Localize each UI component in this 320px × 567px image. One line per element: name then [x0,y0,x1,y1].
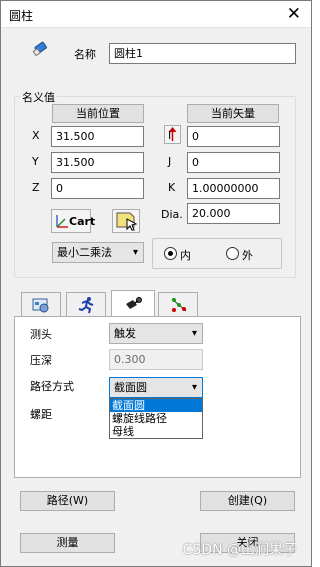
graphic-select-button[interactable] [112,209,140,233]
tab-settings[interactable] [21,292,61,316]
outer-label: 外 [242,249,253,262]
probe-tab-icon [125,296,143,315]
close-icon[interactable]: ✕ [287,4,301,24]
path-button[interactable]: 路径(W) [20,491,115,511]
name-label: 名称 [74,48,96,61]
fit-method-value: 最小二乘法 [57,246,112,259]
pencil-eraser-icon [32,41,50,60]
i-input[interactable]: 0 [187,126,280,147]
cart-label: Cart [69,215,96,228]
watermark: CSDN @山涧果子 [182,542,297,558]
cylinder-dialog: 圆柱 ✕ 名称 圆柱1 名义值 当前位置 当前矢量 X 31.500 Y 31.… [0,0,312,567]
j-input[interactable]: 0 [187,152,280,173]
flip-vector-button[interactable] [164,125,181,144]
nominal-group-label: 名义值 [20,89,57,105]
z-label: Z [32,181,40,194]
inner-radio[interactable] [164,247,177,260]
path-method-select[interactable]: 截面圆 ▾ [109,377,203,398]
k-label: K [168,181,176,194]
y-input[interactable]: 31.500 [51,152,144,173]
settings-tab-icon [32,297,50,316]
path-method-label: 路径方式 [30,380,74,393]
chevron-down-icon: ▾ [191,328,197,339]
k-input[interactable]: 1.00000000 [187,178,280,199]
current-vector-button[interactable]: 当前矢量 [187,104,279,123]
probe-label: 测头 [30,328,52,341]
chevron-down-icon: ▾ [191,382,197,393]
tab-path[interactable] [66,292,106,316]
fit-method-select[interactable]: 最小二乘法 ▾ [52,242,144,263]
cart-button[interactable]: Cart [51,209,95,233]
y-label: Y [32,155,39,168]
tab-points[interactable] [158,292,198,316]
path-method-value: 截面圆 [114,381,147,394]
points-tab-icon [169,296,189,317]
j-label: J [168,155,172,168]
create-button[interactable]: 创建(Q) [200,491,295,511]
depth-input[interactable]: 0.300 [109,349,203,370]
path-option-section-circle[interactable]: 截面圆 [110,399,202,412]
path-method-dropdown: 截面圆 螺旋线路径 母线 [109,398,203,439]
window-title: 圆柱 [9,9,34,23]
measure-button[interactable]: 测量 [20,533,115,553]
i-label: I [168,129,172,142]
current-position-button[interactable]: 当前位置 [52,104,144,123]
tab-probe[interactable] [111,290,155,317]
cart-axes-icon [55,213,69,232]
path-option-generatrix[interactable]: 母线 [110,425,202,438]
title-bar: 圆柱 ✕ [1,1,311,28]
pitch-label: 螺距 [30,408,52,421]
inner-label: 内 [180,249,191,262]
probe-value: 触发 [114,327,136,340]
diameter-input[interactable]: 20.000 [187,203,280,224]
probe-select[interactable]: 触发 ▾ [109,323,203,344]
path-runner-icon [78,296,96,317]
z-input[interactable]: 0 [51,178,144,199]
graphic-select-icon [116,212,138,234]
depth-label: 压深 [30,354,52,367]
name-input[interactable]: 圆柱1 [109,43,296,64]
dia-label: Dia. [161,208,183,221]
chevron-down-icon: ▾ [132,247,138,258]
x-input[interactable]: 31.500 [51,126,144,147]
outer-radio[interactable] [226,247,239,260]
path-option-helix[interactable]: 螺旋线路径 [110,412,202,425]
x-label: X [32,129,40,142]
